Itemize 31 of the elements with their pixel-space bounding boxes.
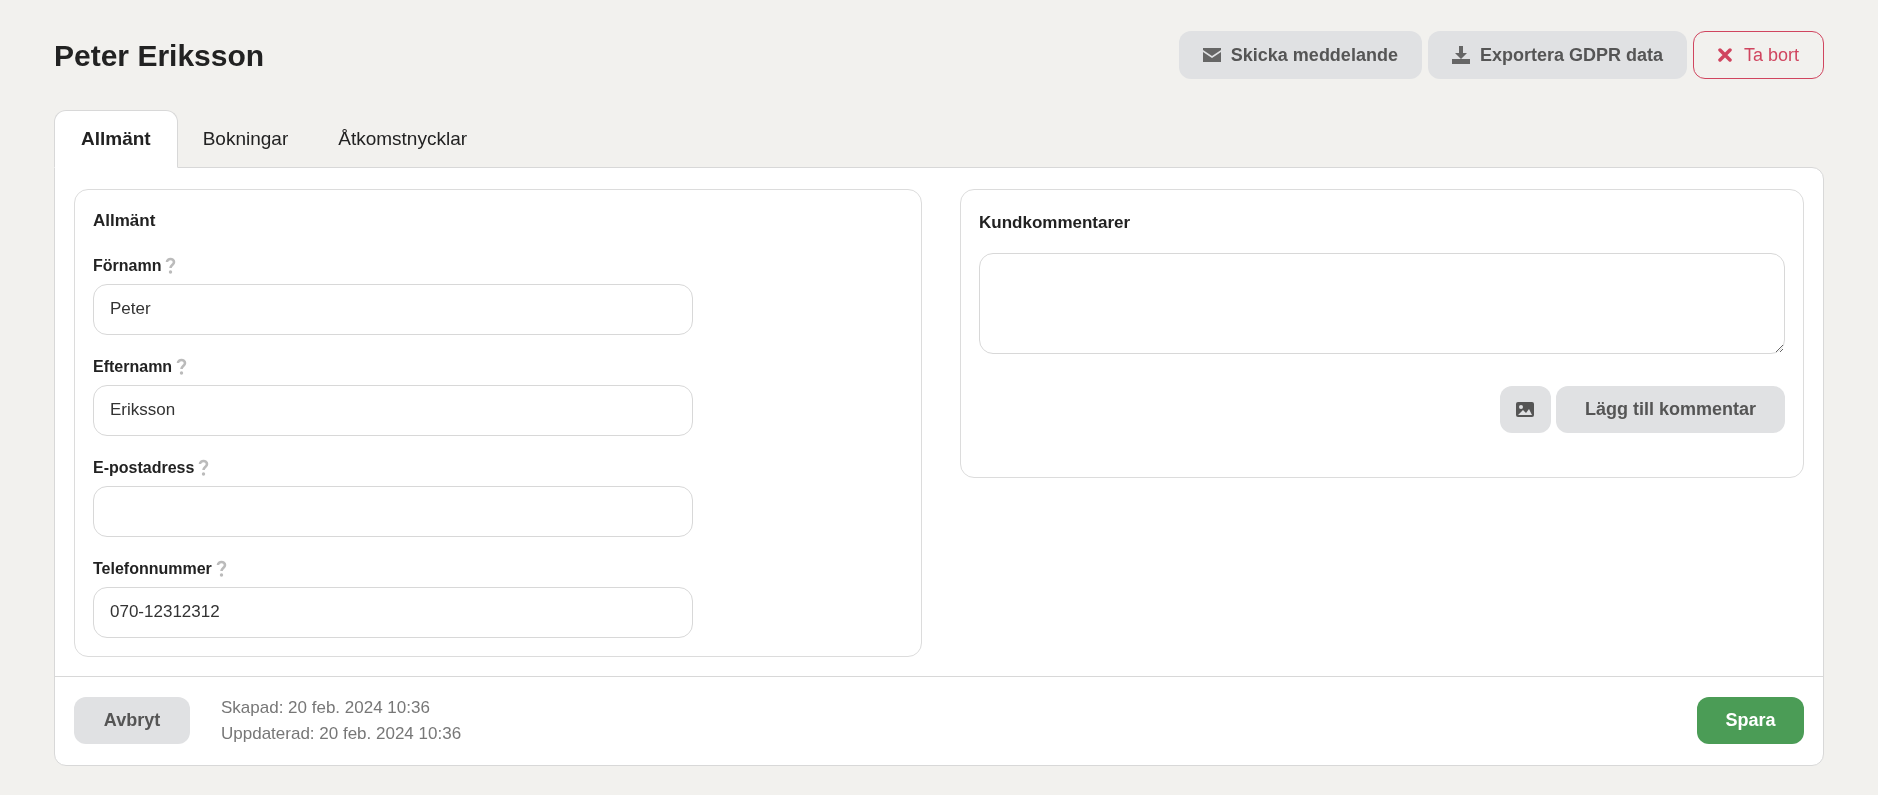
text-field[interactable]: Peter xyxy=(93,283,693,335)
tab[interactable]: Bokningar xyxy=(177,110,314,168)
updated-timestamp: Uppdaterad: 20 feb. 2024 10:36 xyxy=(221,722,462,745)
add-comment-button[interactable]: Lägg till kommentar xyxy=(1555,385,1785,433)
close-icon xyxy=(1717,48,1732,62)
page-title: Peter Eriksson xyxy=(54,37,265,74)
text-field[interactable]: Eriksson xyxy=(93,384,693,436)
picture-icon xyxy=(1516,401,1535,417)
download-icon xyxy=(1451,46,1470,64)
help-icon[interactable] xyxy=(198,459,210,476)
help-icon[interactable] xyxy=(176,358,188,375)
help-icon[interactable] xyxy=(165,257,177,274)
delete-button[interactable]: Ta bort xyxy=(1692,31,1824,79)
field-label: Förnamn xyxy=(93,255,162,276)
tab[interactable]: Åtkomstnycklar xyxy=(313,110,493,168)
send-message-button[interactable]: Skicka meddelande xyxy=(1178,31,1422,79)
created-timestamp: Skapad: 20 feb. 2024 10:36 xyxy=(221,696,431,719)
field-label: E-postadress xyxy=(93,457,195,478)
field-label: Telefonnummer xyxy=(93,558,212,579)
section-title: Kundkommentarer xyxy=(979,212,1132,234)
text-field[interactable] xyxy=(93,485,693,537)
comment-field[interactable] xyxy=(979,252,1785,354)
cancel-button[interactable]: Avbryt xyxy=(74,697,190,744)
text-field[interactable]: 070-12312312 xyxy=(93,586,693,638)
section-title: Allmänt xyxy=(93,210,157,232)
export-button[interactable]: Exportera GDPR data xyxy=(1427,31,1687,79)
tab[interactable]: Allmänt xyxy=(54,110,178,168)
image-button[interactable] xyxy=(1499,385,1551,433)
envelope-icon xyxy=(1202,48,1221,62)
help-icon[interactable] xyxy=(215,560,227,577)
field-label: Efternamn xyxy=(93,356,173,377)
